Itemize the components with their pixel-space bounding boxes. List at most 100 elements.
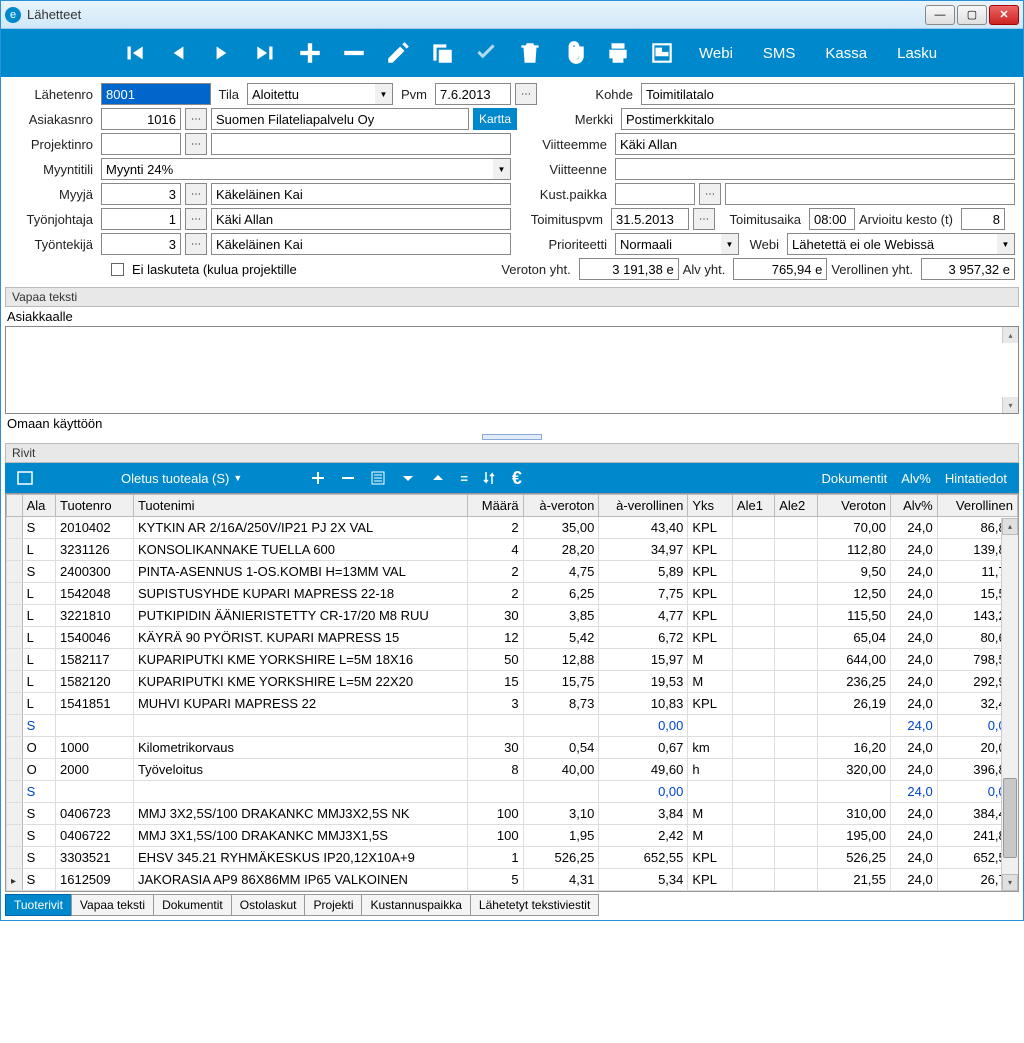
print-icon[interactable] — [605, 35, 631, 71]
tyonjohtaja-nro-input[interactable] — [101, 208, 181, 230]
col-à-veroton[interactable]: à-veroton — [523, 495, 599, 517]
tab-tuoterivit[interactable]: Tuoterivit — [5, 894, 72, 916]
scroll-up-icon[interactable]: ▴ — [1002, 327, 1018, 343]
table-row[interactable]: S3303521EHSV 345.21 RYHMÄKESKUS IP20,12X… — [7, 847, 1018, 869]
kartta-button[interactable]: Kartta — [473, 108, 517, 130]
webi-dropdown-icon[interactable]: ▼ — [997, 233, 1015, 255]
toimitusaika-input[interactable] — [809, 208, 855, 230]
tyontekija-lookup-button[interactable]: ⋯ — [185, 233, 207, 255]
table-row[interactable]: L3221810PUTKIPIDIN ÄÄNIERISTETTY CR-17/2… — [7, 605, 1018, 627]
table-row[interactable]: L1582117KUPARIPUTKI KME YORKSHIRE L=5M 1… — [7, 649, 1018, 671]
tab-kustannuspaikka[interactable]: Kustannuspaikka — [361, 894, 470, 916]
kassa-button[interactable]: Kassa — [819, 45, 873, 62]
table-row[interactable]: ▸S1612509JAKORASIA AP9 86X86MM IP65 VALK… — [7, 869, 1018, 891]
asiakasnro-lookup-button[interactable]: ⋯ — [185, 108, 207, 130]
lasku-button[interactable]: Lasku — [891, 45, 943, 62]
myyja-nimi-input[interactable] — [211, 183, 511, 205]
attach-icon[interactable] — [561, 35, 587, 71]
col-Yks[interactable]: Yks — [688, 495, 733, 517]
kustpaikka-nro-input[interactable] — [615, 183, 695, 205]
myyja-nro-input[interactable] — [101, 183, 181, 205]
tyontekija-nro-input[interactable] — [101, 233, 181, 255]
table-row[interactable]: L1540046KÄYRÄ 90 PYÖRIST. KUPARI MAPRESS… — [7, 627, 1018, 649]
row-add-icon[interactable] — [310, 470, 326, 487]
row-euro-icon[interactable]: € — [512, 468, 522, 489]
table-row[interactable]: S0406723MMJ 3X2,5S/100 DRAKANKC MMJ3X2,5… — [7, 803, 1018, 825]
oletus-tuoteala-dropdown[interactable]: Oletus tuoteala (S) ▼ — [121, 471, 242, 486]
col-Tuotenimi[interactable]: Tuotenimi — [133, 495, 467, 517]
pvm-input[interactable] — [435, 83, 511, 105]
tyontekija-nimi-input[interactable] — [211, 233, 511, 255]
copy-icon[interactable] — [429, 35, 455, 71]
delete-icon[interactable] — [517, 35, 543, 71]
kustpaikka-lookup-button[interactable]: ⋯ — [699, 183, 721, 205]
table-row[interactable]: S0,0024,00,00 — [7, 715, 1018, 737]
close-button[interactable]: ✕ — [989, 5, 1019, 25]
scroll-up-button[interactable]: ▴ — [1002, 518, 1018, 535]
edit-icon[interactable] — [385, 35, 411, 71]
webi-select[interactable] — [787, 233, 997, 255]
tyonjohtaja-nimi-input[interactable] — [211, 208, 511, 230]
table-row[interactable]: L1541851MUHVI KUPARI MAPRESS 2238,7310,8… — [7, 693, 1018, 715]
lahetenro-input[interactable] — [101, 83, 211, 105]
col-Määrä[interactable]: Määrä — [467, 495, 523, 517]
col-Veroton[interactable]: Veroton — [817, 495, 890, 517]
col-Verollinen[interactable]: Verollinen — [937, 495, 1017, 517]
asiakas-nimi-input[interactable] — [211, 108, 469, 130]
grid-scrollbar[interactable]: ▴ ▾ — [1001, 518, 1018, 891]
confirm-icon[interactable] — [473, 35, 499, 71]
prioriteetti-select[interactable] — [615, 233, 721, 255]
row-remove-icon[interactable] — [340, 470, 356, 487]
scroll-thumb[interactable] — [1003, 778, 1017, 858]
table-row[interactable]: S2010402KYTKIN AR 2/16A/250V/IP21 PJ 2X … — [7, 517, 1018, 539]
projektinro-lookup-button[interactable]: ⋯ — [185, 133, 207, 155]
row-equals-icon[interactable]: = — [460, 471, 468, 486]
col-Ale1[interactable]: Ale1 — [732, 495, 774, 517]
pvm-picker-button[interactable]: ⋯ — [515, 83, 537, 105]
alv-button[interactable]: Alv% — [901, 471, 931, 486]
col-marker[interactable] — [7, 495, 23, 517]
tab-lähetetyt-tekstiviestit[interactable]: Lähetetyt tekstiviestit — [470, 894, 599, 916]
kohde-input[interactable] — [641, 83, 1015, 105]
next-record-icon[interactable] — [209, 35, 235, 71]
tab-vapaa-teksti[interactable]: Vapaa teksti — [71, 894, 154, 916]
table-row[interactable]: S2400300PINTA-ASENNUS 1-OS.KOMBI H=13MM … — [7, 561, 1018, 583]
projekti-nimi-input[interactable] — [211, 133, 511, 155]
hintatiedot-button[interactable]: Hintatiedot — [945, 471, 1007, 486]
myyntitili-select[interactable] — [101, 158, 493, 180]
myyntitili-dropdown-icon[interactable]: ▼ — [493, 158, 511, 180]
grid-view-icon[interactable] — [17, 470, 33, 487]
add-icon[interactable] — [297, 35, 323, 71]
tila-select[interactable] — [247, 83, 375, 105]
merkki-input[interactable] — [621, 108, 1015, 130]
col-Ale2[interactable]: Ale2 — [775, 495, 817, 517]
minimize-button[interactable]: — — [925, 5, 955, 25]
scroll-down-button[interactable]: ▾ — [1002, 874, 1018, 891]
tab-ostolaskut[interactable]: Ostolaskut — [231, 894, 306, 916]
col-Alv%[interactable]: Alv% — [890, 495, 937, 517]
viitteenne-input[interactable] — [615, 158, 1015, 180]
prioriteetti-dropdown-icon[interactable]: ▼ — [721, 233, 739, 255]
tila-dropdown-icon[interactable]: ▼ — [375, 83, 393, 105]
table-row[interactable]: L1582120KUPARIPUTKI KME YORKSHIRE L=5M 2… — [7, 671, 1018, 693]
row-list-icon[interactable] — [370, 470, 386, 487]
arvioitu-input[interactable] — [961, 208, 1005, 230]
projektinro-input[interactable] — [101, 133, 181, 155]
toimituspvm-input[interactable] — [611, 208, 689, 230]
col-Ala[interactable]: Ala — [22, 495, 55, 517]
report-icon[interactable] — [649, 35, 675, 71]
col-à-verollinen[interactable]: à-verollinen — [599, 495, 688, 517]
toimituspvm-picker-button[interactable]: ⋯ — [693, 208, 715, 230]
dokumentit-button[interactable]: Dokumentit — [821, 471, 887, 486]
tab-dokumentit[interactable]: Dokumentit — [153, 894, 232, 916]
table-row[interactable]: O1000Kilometrikorvaus300,540,67km16,2024… — [7, 737, 1018, 759]
row-down-icon[interactable] — [400, 470, 416, 487]
kustpaikka-nimi-input[interactable] — [725, 183, 1015, 205]
tyonjohtaja-lookup-button[interactable]: ⋯ — [185, 208, 207, 230]
row-sort-icon[interactable] — [482, 470, 498, 487]
ei-laskuteta-checkbox[interactable] — [111, 263, 124, 276]
myyja-lookup-button[interactable]: ⋯ — [185, 183, 207, 205]
first-record-icon[interactable] — [121, 35, 147, 71]
maximize-button[interactable]: ▢ — [957, 5, 987, 25]
table-row[interactable]: O2000Työveloitus840,0049,60h320,0024,039… — [7, 759, 1018, 781]
